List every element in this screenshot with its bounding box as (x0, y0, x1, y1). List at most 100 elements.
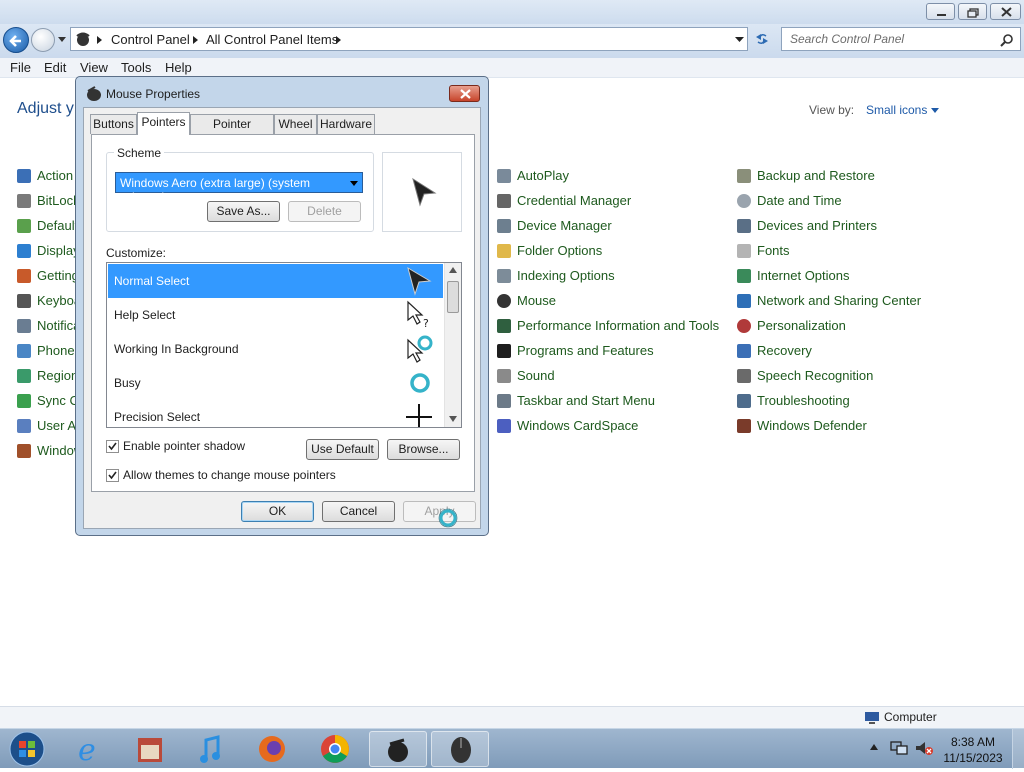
programs-features-icon (497, 344, 511, 358)
back-button[interactable] (3, 27, 29, 53)
use-default-button[interactable]: Use Default (306, 439, 379, 460)
menu-help[interactable]: Help (165, 60, 192, 75)
svg-text:?: ? (423, 317, 429, 330)
pointer-preview (382, 152, 462, 232)
search-placeholder: Search Control Panel (790, 32, 905, 46)
navigation-bar: Control Panel All Control Panel Items Se… (0, 24, 1024, 58)
taskbar-store-app[interactable] (121, 731, 179, 767)
cursor-row-normal-select[interactable]: Normal Select (108, 264, 443, 298)
cursor-list-scrollbar[interactable] (444, 263, 461, 427)
backup-restore-icon (737, 169, 751, 183)
page-title: Adjust y (17, 100, 74, 117)
recovery-icon (737, 344, 751, 358)
control-panel-icon (76, 32, 90, 46)
menu-view[interactable]: View (80, 60, 108, 75)
system-clock[interactable]: 8:38 AM 11/15/2023 (940, 734, 1006, 766)
menu-edit[interactable]: Edit (44, 60, 66, 75)
getting-started-icon (17, 269, 31, 283)
tab-pointers[interactable]: Pointers (137, 112, 190, 135)
taskbar-control-panel[interactable] (369, 731, 427, 767)
taskbar-firefox[interactable] (243, 731, 301, 767)
scroll-up-icon[interactable] (449, 267, 457, 273)
breadcrumb-separator-icon (193, 36, 198, 44)
scheme-label: Scheme (114, 146, 165, 160)
cursor-row-precision-select[interactable]: Precision Select (108, 400, 443, 427)
normal-select-cursor-icon (407, 266, 432, 296)
start-button[interactable] (5, 729, 49, 769)
breadcrumb-control-panel[interactable]: Control Panel (111, 32, 190, 47)
menu-bar: File Edit View Tools Help (0, 58, 1024, 78)
cursor-row-working-background[interactable]: Working In Background (108, 332, 443, 366)
volume-muted-icon[interactable] (914, 740, 934, 756)
menu-file[interactable]: File (10, 60, 31, 75)
show-desktop-button[interactable] (1012, 729, 1024, 769)
checkbox-checked[interactable] (106, 469, 119, 482)
view-by-value: Small icons (866, 103, 928, 117)
window-titlebar (0, 0, 1024, 24)
browse-button[interactable]: Browse... (387, 439, 460, 460)
close-icon (460, 89, 471, 99)
phone-modem-icon (17, 344, 31, 358)
refresh-button[interactable] (750, 27, 774, 51)
address-bar[interactable]: Control Panel All Control Panel Items (70, 27, 748, 51)
chevron-down-icon (930, 108, 939, 113)
ok-button[interactable]: OK (241, 501, 314, 522)
show-hidden-icons-icon[interactable] (870, 744, 878, 750)
close-window-button[interactable] (990, 3, 1021, 20)
network-tray-icon[interactable] (890, 740, 908, 756)
clock-icon (737, 194, 751, 208)
taskbar: e 8:38 AM 11/15/2023 (0, 728, 1024, 769)
network-icon (737, 294, 751, 308)
region-icon (17, 369, 31, 383)
view-by-dropdown[interactable]: Small icons (866, 103, 939, 117)
breadcrumb-all-items[interactable]: All Control Panel Items (206, 32, 338, 47)
dialog-close-button[interactable] (449, 85, 480, 102)
windows-update-icon (17, 444, 31, 458)
dialog-body: Buttons Pointers Pointer Options Wheel H… (83, 107, 481, 529)
cursor-row-help-select[interactable]: Help Select ? (108, 298, 443, 332)
scroll-down-icon[interactable] (449, 416, 457, 422)
search-input[interactable]: Search Control Panel (781, 27, 1021, 51)
breadcrumb-separator-icon (336, 36, 341, 44)
recent-pages-chevron-icon[interactable] (57, 36, 67, 44)
chrome-icon (321, 735, 349, 763)
scheme-dropdown[interactable]: Windows Aero (extra large) (system schem… (115, 172, 363, 204)
credential-manager-icon (497, 194, 511, 208)
internet-explorer-icon: e (78, 733, 96, 768)
precision-select-cursor-icon (406, 404, 432, 427)
scroll-thumb[interactable] (447, 281, 459, 313)
checkmark-icon (108, 442, 117, 451)
maximize-button[interactable] (958, 3, 987, 20)
cancel-button[interactable]: Cancel (322, 501, 395, 522)
sound-icon (497, 369, 511, 383)
save-as-button[interactable]: Save As... (207, 201, 280, 222)
status-computer-label: Computer (884, 710, 937, 724)
tab-wheel[interactable]: Wheel (274, 114, 317, 134)
dialog-title: Mouse Properties (106, 87, 201, 101)
taskbar-mouse-properties[interactable] (431, 731, 489, 767)
windows-defender-icon (737, 419, 751, 433)
tab-buttons[interactable]: Buttons (90, 114, 137, 134)
minimize-button[interactable] (926, 3, 955, 20)
checkbox-checked[interactable] (106, 440, 119, 453)
taskbar-start-icon (497, 394, 511, 408)
cursor-row-busy[interactable]: Busy (108, 366, 443, 400)
forward-button[interactable] (31, 28, 55, 52)
chevron-down-icon (350, 181, 358, 186)
microphone-icon (737, 369, 751, 383)
normal-select-cursor-icon (412, 177, 437, 207)
cursor-list[interactable]: Normal Select Help Select ? Working In B… (106, 262, 462, 428)
working-in-background-cursor-icon (407, 335, 433, 363)
pointers-tab-panel: Scheme Windows Aero (extra large) (syste… (91, 134, 475, 492)
taskbar-chrome[interactable] (306, 731, 364, 767)
taskbar-music-app[interactable] (182, 731, 240, 767)
tab-hardware[interactable]: Hardware (317, 114, 375, 134)
menu-tools[interactable]: Tools (121, 60, 151, 75)
search-icon[interactable] (1000, 33, 1014, 47)
autoplay-icon (497, 169, 511, 183)
music-note-icon (200, 735, 220, 763)
delete-button[interactable]: Delete (288, 201, 361, 222)
address-dropdown-icon[interactable] (735, 37, 744, 43)
tab-pointer-options[interactable]: Pointer Options (190, 114, 274, 149)
taskbar-internet-explorer[interactable]: e (60, 731, 118, 768)
